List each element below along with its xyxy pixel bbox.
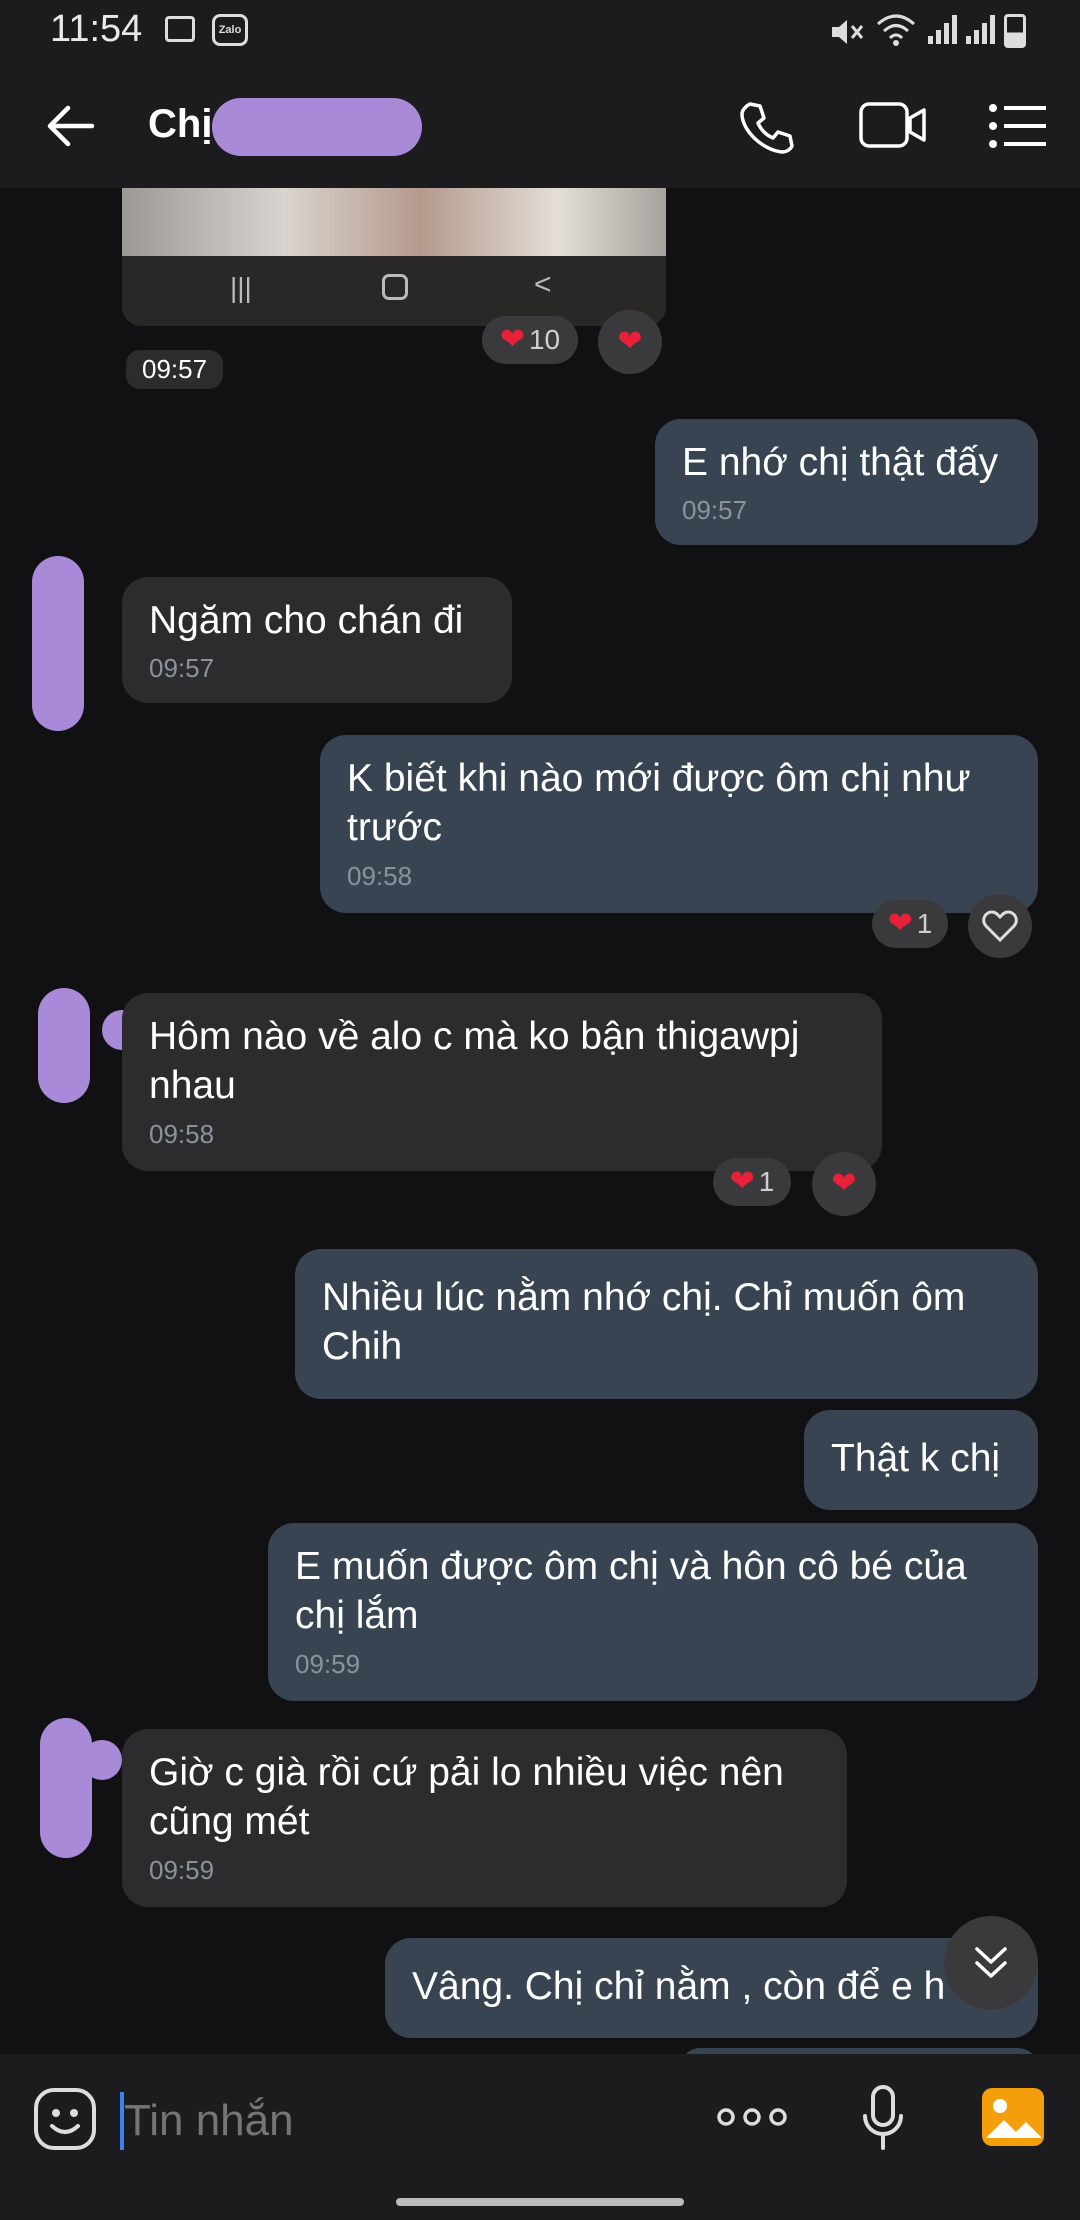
reaction-count-badge[interactable]: ❤ 1 bbox=[872, 900, 948, 948]
mute-icon bbox=[832, 20, 864, 44]
message-bubble-outgoing[interactable]: Vâng. Chị chỉ nằm , còn để e h bbox=[385, 1938, 1038, 2038]
photo-gallery-icon[interactable] bbox=[980, 2086, 1046, 2148]
status-time: 11:54 bbox=[50, 8, 143, 50]
message-text: Thật k chị bbox=[831, 1437, 1001, 1480]
contact-name[interactable]: Chị bbox=[148, 102, 212, 147]
menu-list-icon[interactable] bbox=[988, 102, 1048, 150]
message-bubble-outgoing[interactable]: E muốn được ôm chị và hôn cô bé của chị … bbox=[268, 1523, 1038, 1701]
image-recents-icon: ||| bbox=[230, 272, 252, 303]
heart-icon: ❤ bbox=[831, 1167, 857, 1200]
image-home-icon bbox=[382, 274, 408, 300]
sender-avatar-redacted bbox=[82, 1740, 122, 1780]
image-message[interactable]: ||| < bbox=[122, 188, 666, 326]
video-call-icon[interactable] bbox=[858, 100, 928, 150]
status-bar: 11:54 Zalo bbox=[0, 0, 1080, 62]
message-text: E nhớ chị thật đấy bbox=[682, 441, 999, 484]
home-indicator bbox=[396, 2198, 684, 2206]
zalo-label: Zalo bbox=[218, 24, 242, 36]
chat-area: ||| < ❤ 10 ❤ 09:57 E nhớ chị thật đấy 09:… bbox=[0, 188, 1080, 2054]
message-time: 09:57 bbox=[682, 495, 748, 525]
signal-icon-1 bbox=[928, 15, 957, 44]
chat-header: Chị bbox=[0, 62, 1080, 188]
message-time: 09:59 bbox=[149, 1855, 215, 1885]
message-input-bar bbox=[0, 2054, 1080, 2220]
message-time: 09:58 bbox=[149, 1119, 215, 1149]
message-bubble-incoming[interactable]: Giờ c già rồi cứ pải lo nhiều việc nên c… bbox=[122, 1729, 847, 1907]
message-bubble-incoming[interactable]: Ngăm cho chán đi 09:57 bbox=[122, 577, 512, 703]
double-chevron-down-icon bbox=[975, 1947, 1007, 1978]
battery-icon bbox=[1004, 14, 1026, 48]
message-bubble-outgoing[interactable]: Nhiều lúc nằm nhớ chị. Chỉ muốn ôm Chih bbox=[295, 1249, 1038, 1399]
scroll-to-bottom-button[interactable] bbox=[944, 1916, 1038, 2010]
message-text: E muốn được ôm chị và hôn cô bé của chị … bbox=[295, 1545, 967, 1637]
react-button[interactable]: ❤ bbox=[812, 1152, 876, 1216]
message-bubble-outgoing[interactable]: Thật k chị bbox=[804, 1410, 1038, 1510]
microphone-icon[interactable] bbox=[862, 2084, 904, 2154]
message-text: Vâng. Chị chỉ nằm , còn để e h bbox=[412, 1965, 946, 2008]
message-time: 09:57 bbox=[149, 653, 215, 683]
heart-icon: ❤ bbox=[729, 1165, 755, 1198]
time-chip: 09:57 bbox=[126, 350, 224, 389]
reaction-count: 1 bbox=[758, 1166, 775, 1197]
message-time: 09:58 bbox=[347, 861, 413, 891]
sender-avatar-redacted bbox=[40, 1718, 92, 1858]
message-text: Hôm nào về alo c mà ko bận thigawpj nhau bbox=[149, 1015, 800, 1107]
message-bubble-outgoing[interactable]: E nhớ chị thật đấy 09:57 bbox=[655, 419, 1038, 545]
heart-icon: ❤ bbox=[499, 323, 525, 356]
message-text: Giờ c già rồi cứ pải lo nhiều việc nên c… bbox=[149, 1751, 784, 1843]
zalo-notification-icon: Zalo bbox=[212, 14, 248, 46]
sticker-icon[interactable] bbox=[32, 2086, 98, 2152]
message-bubble-incoming[interactable]: Hôm nào về alo c mà ko bận thigawpj nhau… bbox=[122, 993, 882, 1171]
reaction-count-badge[interactable]: ❤ 10 bbox=[482, 316, 578, 364]
message-bubble-outgoing[interactable]: K biết khi nào mới được ôm chị như trước… bbox=[320, 735, 1038, 913]
message-text: Nhiều lúc nằm nhớ chị. Chỉ muốn ôm Chih bbox=[322, 1276, 966, 1368]
sender-avatar-redacted bbox=[32, 556, 84, 731]
heart-icon: ❤ bbox=[617, 325, 643, 358]
message-input[interactable] bbox=[124, 2084, 684, 2158]
reaction-count: 10 bbox=[528, 324, 561, 355]
more-options-icon[interactable] bbox=[716, 2102, 788, 2132]
gallery-notification-icon bbox=[165, 16, 195, 42]
message-text: Ngăm cho chán đi bbox=[149, 599, 464, 642]
image-thumbnail bbox=[122, 188, 666, 256]
heart-icon: ❤ bbox=[887, 907, 913, 940]
redacted-name bbox=[212, 98, 422, 156]
wifi-icon bbox=[877, 14, 915, 46]
message-time: 09:59 bbox=[295, 1649, 361, 1679]
message-text: K biết khi nào mới được ôm chị như trước bbox=[347, 757, 971, 849]
image-back-icon: < bbox=[534, 268, 552, 301]
heart-outline-icon bbox=[982, 910, 1018, 942]
react-button[interactable]: ❤ bbox=[598, 310, 662, 374]
react-button[interactable] bbox=[968, 894, 1032, 958]
signal-icon-2 bbox=[966, 15, 995, 44]
reaction-count-badge[interactable]: ❤ 1 bbox=[713, 1158, 791, 1206]
back-arrow-icon[interactable] bbox=[44, 102, 96, 150]
sender-avatar-redacted bbox=[38, 988, 90, 1103]
voice-call-icon[interactable] bbox=[738, 98, 794, 154]
reaction-count: 1 bbox=[916, 908, 933, 939]
